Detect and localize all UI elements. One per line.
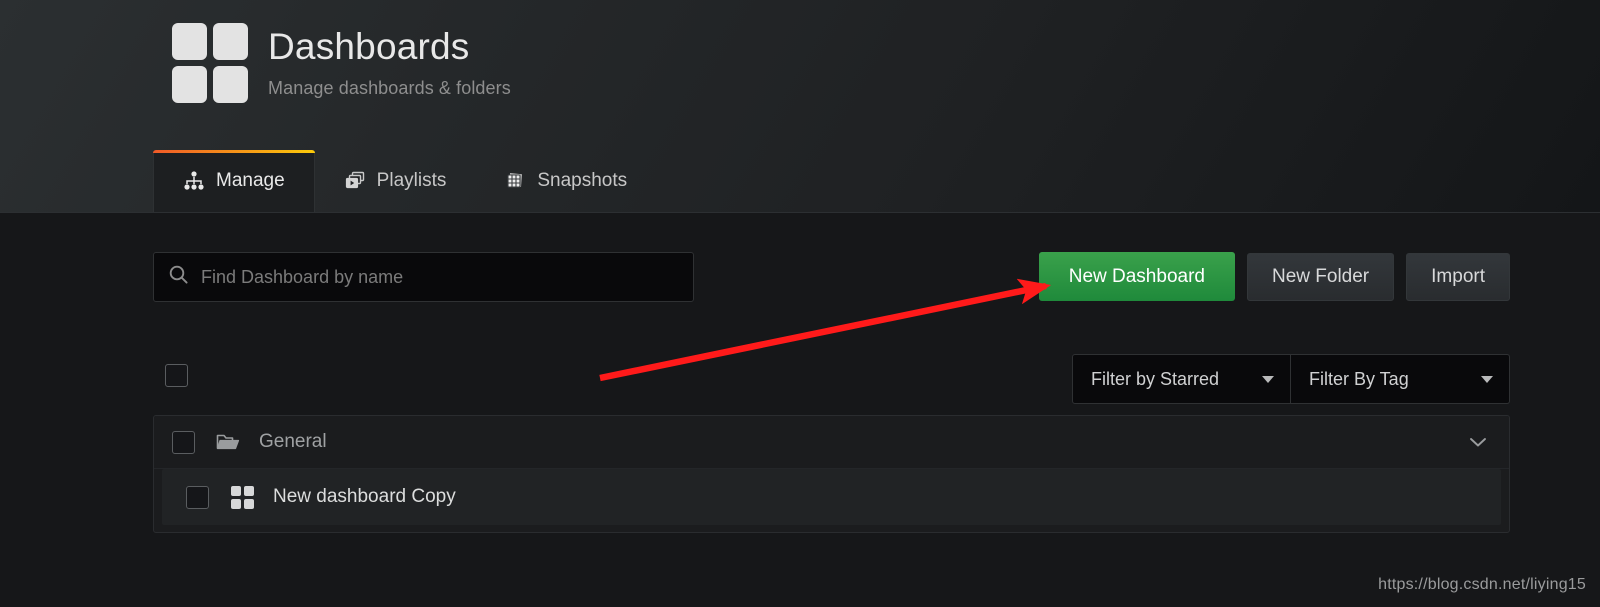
- filter-row: Filter by Starred Filter By Tag: [153, 354, 1510, 404]
- page-heading: Dashboards Manage dashboards & folders: [172, 20, 511, 103]
- dashboard-list: General New dashboard Copy: [153, 415, 1510, 533]
- folder-checkbox[interactable]: [172, 430, 195, 454]
- select-all-checkbox-wrapper: [165, 364, 188, 392]
- search-icon: [168, 264, 189, 290]
- tab-playlists[interactable]: Playlists: [315, 150, 476, 212]
- dashboard-grid-icon: [172, 23, 248, 103]
- filter-controls: Filter by Starred Filter By Tag: [1072, 354, 1510, 404]
- new-dashboard-button[interactable]: New Dashboard: [1038, 252, 1235, 301]
- snapshot-icon: [504, 170, 526, 192]
- tab-bar: Manage Playlists Snapshots: [153, 150, 656, 212]
- chevron-down-icon: [1481, 375, 1493, 383]
- filter-by-starred-select[interactable]: Filter by Starred: [1072, 354, 1291, 404]
- tab-label: Manage: [216, 170, 285, 191]
- dashboard-label: New dashboard Copy: [273, 486, 456, 507]
- dashboard-row[interactable]: New dashboard Copy: [162, 469, 1501, 525]
- import-button[interactable]: Import: [1406, 252, 1510, 301]
- page-header: Dashboards Manage dashboards & folders M…: [0, 0, 1600, 213]
- watermark-url: https://blog.csdn.net/liying15: [1378, 576, 1586, 593]
- tab-snapshots[interactable]: Snapshots: [475, 150, 656, 212]
- dashboard-toolbar: New Dashboard New Folder Import: [153, 252, 1510, 302]
- search-box[interactable]: [153, 252, 694, 302]
- filter-by-tag-label: Filter By Tag: [1309, 368, 1409, 389]
- search-input[interactable]: [201, 266, 679, 288]
- chevron-down-icon[interactable]: [1469, 436, 1487, 448]
- new-folder-button[interactable]: New Folder: [1246, 252, 1395, 301]
- select-all-checkbox[interactable]: [165, 364, 188, 387]
- filter-by-starred-label: Filter by Starred: [1091, 368, 1220, 389]
- tab-label: Snapshots: [537, 170, 628, 191]
- playlist-icon: [344, 170, 366, 192]
- page-title: Dashboards: [268, 26, 470, 67]
- tab-manage[interactable]: Manage: [153, 150, 315, 212]
- filter-by-tag-select[interactable]: Filter By Tag: [1291, 354, 1510, 404]
- page-content: New Dashboard New Folder Import Filter b…: [0, 214, 1600, 607]
- sitemap-icon: [183, 170, 205, 192]
- chevron-down-icon: [1262, 375, 1274, 383]
- page-subtitle: Manage dashboards & folders: [268, 77, 511, 98]
- tab-label: Playlists: [376, 170, 447, 191]
- folder-open-icon: [215, 429, 241, 455]
- dashboard-grid-icon: [229, 484, 255, 510]
- folder-label: General: [259, 431, 327, 452]
- folder-row-general[interactable]: General: [154, 416, 1509, 469]
- toolbar-actions: New Dashboard New Folder Import: [1038, 252, 1510, 301]
- dashboard-checkbox[interactable]: [186, 485, 209, 509]
